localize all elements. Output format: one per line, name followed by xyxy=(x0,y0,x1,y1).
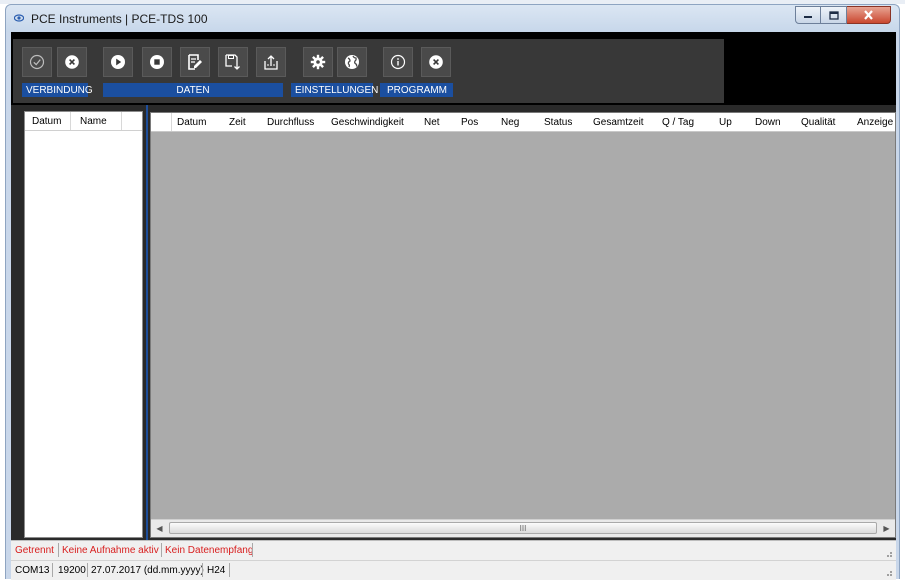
column-header-down[interactable]: Down xyxy=(755,117,781,128)
info-icon xyxy=(390,54,406,70)
measurement-list[interactable]: Datum Name xyxy=(24,111,143,538)
column-header-status[interactable]: Status xyxy=(544,117,572,128)
column-header-datum[interactable]: Datum xyxy=(177,117,206,128)
info-button[interactable] xyxy=(383,47,413,77)
column-header-geschwindigkeit[interactable]: Geschwindigkeit xyxy=(331,117,404,128)
maximize-icon xyxy=(828,10,839,20)
window-title: PCE Instruments | PCE-TDS 100 xyxy=(31,12,208,26)
status-data-reception: Kein Datenempfang xyxy=(165,545,254,556)
panel-splitter[interactable] xyxy=(146,105,148,540)
edit-data-button[interactable] xyxy=(180,47,210,77)
column-header-durchfluss[interactable]: Durchfluss xyxy=(267,117,314,128)
app-eye-icon xyxy=(14,14,24,22)
exit-button[interactable] xyxy=(421,47,451,77)
connect-button[interactable] xyxy=(22,47,52,77)
toolbar: VERBINDUNG DATEN EINSTELLUNGEN PROGRAMM xyxy=(13,39,724,103)
stop-recording-button[interactable] xyxy=(142,47,172,77)
window-controls xyxy=(795,6,891,24)
column-header-net[interactable]: Net xyxy=(424,117,440,128)
scrollbar-grip: III xyxy=(519,523,527,533)
x-circle-icon xyxy=(429,55,443,69)
start-recording-button[interactable] xyxy=(103,47,133,77)
measurement-list-header: Datum Name xyxy=(25,112,142,131)
column-header-name[interactable]: Name xyxy=(80,116,107,127)
horizontal-scrollbar[interactable]: ◀ III ▶ xyxy=(151,519,895,537)
row-header-corner[interactable] xyxy=(151,113,172,131)
column-header-datum[interactable]: Datum xyxy=(32,116,61,127)
column-header-q-tag[interactable]: Q / Tag xyxy=(662,117,694,128)
column-header-qualitaet[interactable]: Qualität xyxy=(801,117,835,128)
chevron-left-icon: ◀ xyxy=(156,524,163,533)
status-baud-rate: 19200 xyxy=(58,565,86,576)
export-data-button[interactable] xyxy=(256,47,286,77)
save-data-button[interactable] xyxy=(218,47,248,77)
resize-grip-icon xyxy=(887,571,892,576)
gear-icon xyxy=(310,54,326,70)
scrollbar-thumb[interactable]: III xyxy=(169,522,877,534)
group-label-einstellungen: EINSTELLUNGEN xyxy=(291,83,378,97)
toolbar-band: VERBINDUNG DATEN EINSTELLUNGEN PROGRAMM xyxy=(11,32,896,105)
column-header-zeit[interactable]: Zeit xyxy=(229,117,246,128)
app-window: PCE Instruments | PCE-TDS 100 VERBINDUNG… xyxy=(0,0,905,580)
export-icon xyxy=(264,55,278,70)
client-area: VERBINDUNG DATEN EINSTELLUNGEN PROGRAMM … xyxy=(11,32,896,580)
settings-button[interactable] xyxy=(303,47,333,77)
scroll-right-button[interactable]: ▶ xyxy=(878,520,895,537)
column-header-pos[interactable]: Pos xyxy=(461,117,478,128)
x-circle-icon xyxy=(65,55,79,69)
minimize-button[interactable] xyxy=(795,6,821,24)
status-time-format: H24 xyxy=(207,565,226,576)
connection-status-bar: Getrennt Keine Aufnahme aktiv Kein Daten… xyxy=(11,540,896,561)
group-label-programm: PROGRAMM xyxy=(380,83,453,97)
close-icon xyxy=(864,10,873,20)
status-recording: Keine Aufnahme aktiv xyxy=(62,545,159,556)
status-com-port: COM13 xyxy=(15,565,50,576)
data-table-header: Datum Zeit Durchfluss Geschwindigkeit Ne… xyxy=(151,113,895,132)
save-download-icon xyxy=(225,54,240,70)
edit-document-icon xyxy=(188,54,202,70)
status-connection: Getrennt xyxy=(15,545,54,556)
status-date: 27.07.2017 (dd.mm.yyyy) xyxy=(91,565,204,576)
disconnect-button[interactable] xyxy=(57,47,87,77)
globe-icon xyxy=(345,55,359,69)
close-button[interactable] xyxy=(847,6,891,24)
column-header-up[interactable]: Up xyxy=(719,117,732,128)
column-header-neg[interactable]: Neg xyxy=(501,117,519,128)
column-header-anzeige[interactable]: Anzeige xyxy=(857,117,893,128)
group-label-verbindung: VERBINDUNG xyxy=(22,83,93,97)
language-button[interactable] xyxy=(337,47,367,77)
title-bar[interactable]: PCE Instruments | PCE-TDS 100 xyxy=(5,4,900,32)
check-circle-icon xyxy=(29,54,45,70)
chevron-right-icon: ▶ xyxy=(883,524,890,533)
maximize-button[interactable] xyxy=(821,6,847,24)
scroll-left-button[interactable]: ◀ xyxy=(151,520,168,537)
minimize-icon xyxy=(804,16,812,18)
resize-grip-icon xyxy=(887,552,892,557)
port-status-bar: COM13 19200 27.07.2017 (dd.mm.yyyy) H24 xyxy=(11,560,896,580)
group-label-daten: DATEN xyxy=(103,83,283,97)
stop-icon xyxy=(150,55,164,69)
data-table[interactable]: Datum Zeit Durchfluss Geschwindigkeit Ne… xyxy=(150,112,896,538)
column-header-gesamtzeit[interactable]: Gesamtzeit xyxy=(593,117,644,128)
play-icon xyxy=(111,55,125,69)
